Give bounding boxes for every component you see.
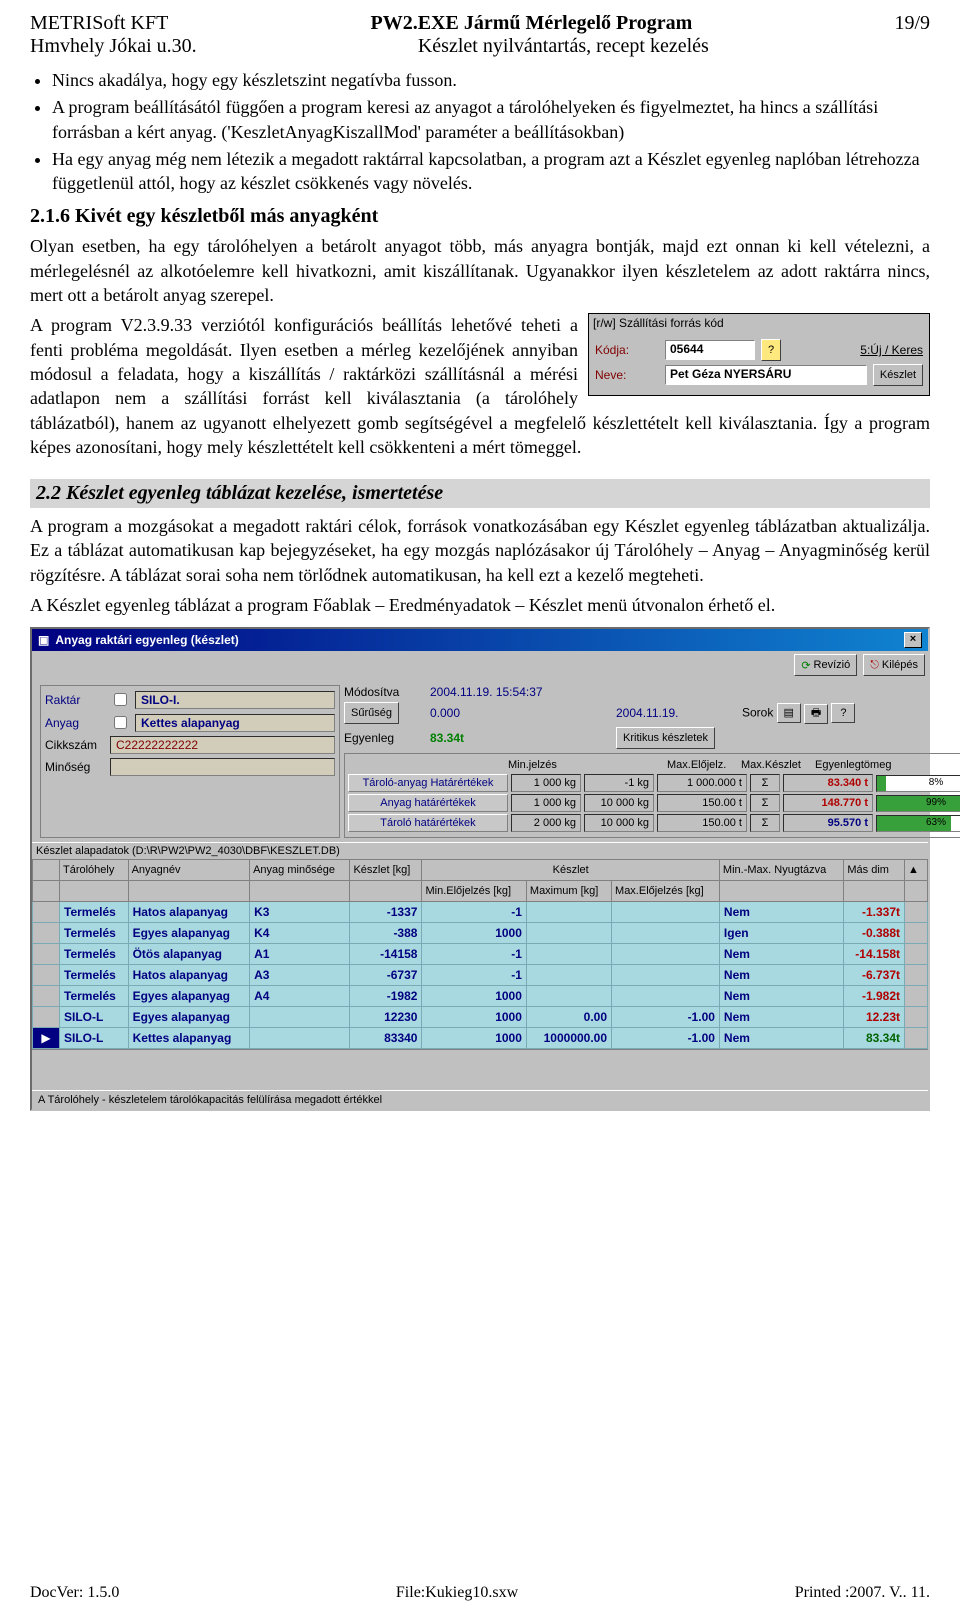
table-row[interactable]: TermelésÖtös alapanyagA1-14158-1Nem-14.1…	[33, 944, 928, 965]
keszlet-button[interactable]: Készlet	[873, 364, 923, 386]
hdr-center: PW2.EXE Jármű Mérlegelő Program	[371, 12, 693, 34]
label-sorok: Sorok	[742, 705, 773, 719]
scroll-up-icon[interactable]: ▲	[905, 860, 928, 881]
col-maximum[interactable]: Maximum [kg]	[526, 881, 611, 902]
value-egyenleg: 83.34t	[430, 731, 610, 745]
help-icon[interactable]: ?	[831, 703, 855, 723]
value-date: 2004.11.19.	[616, 706, 736, 720]
bullet: Nincs akadálya, hogy egy készletszint ne…	[52, 68, 930, 92]
col-maxelo: Max.Előjelz.	[667, 759, 737, 771]
inventory-window: ▣ Anyag raktári egyenleg (készlet) × ⟳Re…	[30, 627, 930, 1111]
shipping-source-panel: [r/w] Szállítási forrás kód Kódja: 05644…	[588, 313, 930, 396]
col-masdim[interactable]: Más dim	[844, 860, 905, 881]
para-216: Olyan esetben, ha egy tárolóhelyen a bet…	[30, 234, 930, 307]
checkbox-anyag[interactable]	[114, 716, 127, 729]
stat-label[interactable]: Tároló határértékek	[348, 814, 508, 832]
help-button[interactable]: ?	[761, 339, 781, 361]
stat-label[interactable]: Anyag határértékek	[348, 794, 508, 812]
link-uj-keres[interactable]: 5:Új / Keres	[860, 343, 923, 357]
value-raktar[interactable]: SILO-I.	[135, 691, 335, 709]
hdr-center2: Készlet nyilvántartás, recept kezelés	[197, 35, 930, 58]
para-22b: A Készlet egyenleg táblázat a program Fő…	[30, 593, 930, 617]
close-icon[interactable]: ×	[904, 632, 922, 648]
value-anyag[interactable]: Kettes alapanyag	[135, 714, 335, 732]
label-egyenleg: Egyenleg	[344, 731, 424, 745]
col-keszlet-group: Készlet	[422, 860, 719, 881]
hdr-page: 19/9	[894, 12, 930, 35]
col-minjelzes: Min.jelzés	[508, 759, 663, 771]
checkbox-raktar[interactable]	[114, 693, 127, 706]
tool-icon-2[interactable]: 🖶	[804, 704, 828, 724]
label-neve: Neve:	[595, 368, 659, 382]
hdr-left2: Hmvhely Jókai u.30.	[30, 35, 197, 58]
table-row[interactable]: SILO-LEgyes alapanyag1223010000.00-1.00N…	[33, 1007, 928, 1028]
heading-216: 2.1.6 Kivét egy készletből más anyagként	[30, 205, 930, 228]
filter-box: Raktár SILO-I. Anyag Kettes alapanyag Cikk…	[40, 685, 340, 838]
path-bar: Készlet alapadatok (D:\R\PW2\PW2_4030\DB…	[32, 842, 928, 859]
label-minoseg: Minőség	[45, 760, 105, 774]
footer-printed: Printed :2007. V.. 11.	[795, 1584, 930, 1602]
suruseg-button[interactable]: Sűrűség	[344, 702, 399, 724]
para-22a: A program a mozgásokat a megadott raktár…	[30, 514, 930, 587]
col-minosege[interactable]: Anyag minősége	[250, 860, 350, 881]
stat-label[interactable]: Tároló-anyag Határértékek	[348, 774, 508, 792]
col-minelo[interactable]: Min.Előjelzés [kg]	[422, 881, 526, 902]
bullet: A program beállításától függően a progra…	[52, 95, 930, 144]
col-nyugtazva[interactable]: Min.-Max. Nyugtázva	[719, 860, 843, 881]
input-neve[interactable]: Pet Géza NYERSÁRU	[665, 365, 867, 385]
hdr-left: METRISoft KFT	[30, 12, 168, 35]
table-row[interactable]: TermelésEgyes alapanyagK4-3881000Igen-0.…	[33, 923, 928, 944]
table-row[interactable]: ▶SILO-LKettes alapanyag8334010001000000.…	[33, 1028, 928, 1049]
kilepes-button[interactable]: ⎋Kilépés	[863, 654, 925, 676]
label-raktar: Raktár	[45, 693, 105, 707]
tool-icon-1[interactable]: ▤	[777, 703, 801, 723]
value-minoseg	[110, 758, 335, 776]
label-kodja: Kódja:	[595, 343, 659, 357]
data-grid[interactable]: Tárolóhely Anyagnév Anyag minősége Készl…	[32, 859, 928, 1049]
table-row[interactable]: TermelésHatos alapanyagK3-1337-1Nem-1.33…	[33, 902, 928, 923]
row-marker[interactable]: ▶	[33, 1028, 60, 1049]
revizio-button[interactable]: ⟳Revízió	[794, 654, 857, 676]
kritikus-button[interactable]: Kritikus készletek	[616, 727, 715, 749]
label-cikkszam: Cikkszám	[45, 738, 105, 752]
section-22: 2.2 Készlet egyenleg táblázat kezelése, …	[30, 479, 930, 508]
page-footer: DocVer: 1.5.0 File:Kukieg10.sxw Printed …	[30, 1584, 930, 1602]
label-modositva: Módosítva	[344, 685, 424, 699]
label-anyag: Anyag	[45, 716, 105, 730]
col-keszlet[interactable]: Készlet [kg]	[350, 860, 422, 881]
col-maxelo2[interactable]: Max.Előjelzés [kg]	[612, 881, 720, 902]
value-suruseg: 0.000	[430, 706, 610, 720]
table-row[interactable]: TermelésHatos alapanyagA3-6737-1Nem-6.73…	[33, 965, 928, 986]
input-kodja[interactable]: 05644	[665, 340, 755, 360]
table-row[interactable]: TermelésEgyes alapanyagA4-19821000Nem-1.…	[33, 986, 928, 1007]
col-tarolohely[interactable]: Tárolóhely	[60, 860, 129, 881]
col-maxkeszlet: Max.Készlet	[741, 759, 811, 771]
footer-docver: DocVer: 1.5.0	[30, 1584, 119, 1602]
panel-title: [r/w] Szállítási forrás kód	[593, 316, 724, 330]
footer-file: File:Kukieg10.sxw	[396, 1584, 518, 1602]
col-anyagnev[interactable]: Anyagnév	[128, 860, 250, 881]
window-title: Anyag raktári egyenleg (készlet)	[55, 633, 238, 647]
col-egyenlegtomeg: Egyenlegtömeg	[815, 759, 905, 771]
status-bar: A Tárolóhely - készletelem tárolókapacit…	[32, 1090, 928, 1109]
bullet: Ha egy anyag még nem létezik a megadott …	[52, 147, 930, 196]
app-icon: ▣	[38, 633, 49, 647]
bullet-list: Nincs akadálya, hogy egy készletszint ne…	[52, 68, 930, 195]
value-modositva: 2004.11.19. 15:54:37	[430, 685, 610, 699]
value-cikkszam: C22222222222	[110, 736, 335, 754]
